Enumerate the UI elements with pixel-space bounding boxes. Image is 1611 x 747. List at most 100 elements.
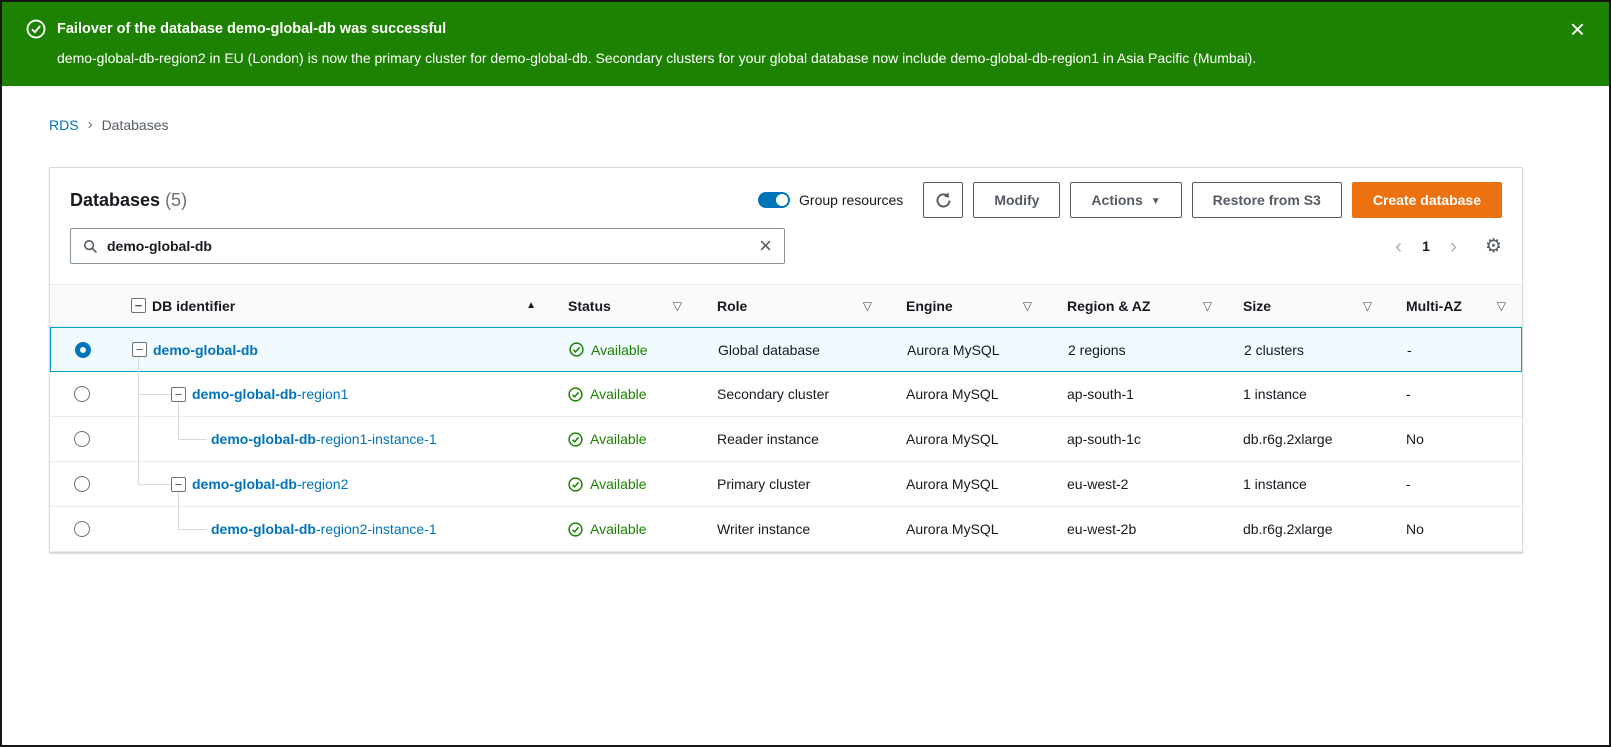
table-row[interactable]: demo-global-db-region2-instance-1 Availa… (50, 507, 1522, 552)
collapse-all-icon[interactable]: − (131, 298, 146, 313)
modify-button[interactable]: Modify (973, 182, 1060, 218)
column-header-db-identifier[interactable]: − DB identifier ▲ (113, 298, 548, 314)
group-resources-toggle[interactable]: Group resources (758, 192, 903, 208)
clear-search-icon[interactable]: × (759, 235, 772, 257)
cell-multi-az: - (1388, 476, 1522, 492)
previous-page-icon[interactable]: ‹ (1389, 236, 1408, 257)
table-row[interactable]: − demo-global-db-region2 Available Prima… (50, 462, 1522, 507)
cell-size: db.r6g.2xlarge (1228, 431, 1388, 447)
status-text: Available (590, 431, 647, 447)
toggle-switch[interactable] (758, 192, 790, 208)
cell-role: Primary cluster (698, 476, 888, 492)
collapse-row-icon[interactable]: − (171, 387, 186, 402)
status-text: Available (590, 476, 647, 492)
collapse-row-icon[interactable]: − (132, 342, 147, 357)
status-text: Available (590, 386, 647, 402)
collapse-row-icon[interactable]: − (171, 477, 186, 492)
db-identifier-link[interactable]: demo-global-db-region2 (192, 476, 348, 492)
status-text: Available (590, 521, 647, 537)
column-header-region-az[interactable]: Region & AZ ▽ (1048, 298, 1228, 314)
current-page-button[interactable]: 1 (1408, 238, 1444, 254)
cell-multi-az: No (1388, 431, 1522, 447)
table-row[interactable]: − demo-global-db-region1 Available Secon… (50, 372, 1522, 417)
cell-db-identifier: − demo-global-db-region1 (113, 386, 548, 402)
search-input[interactable] (107, 238, 750, 254)
filter-icon[interactable]: ▽ (863, 299, 872, 313)
db-identifier-link[interactable]: demo-global-db (153, 342, 258, 358)
row-radio[interactable] (74, 386, 90, 402)
db-identifier-link[interactable]: demo-global-db-region2-instance-1 (211, 521, 437, 537)
cell-db-identifier: demo-global-db-region1-instance-1 (113, 431, 548, 447)
databases-panel: Databases(5) Group resources Modify (49, 167, 1523, 553)
filter-icon[interactable]: ▽ (673, 299, 682, 313)
column-label: Size (1243, 298, 1271, 314)
filter-icon[interactable]: ▽ (1203, 299, 1212, 313)
refresh-button[interactable] (923, 182, 963, 218)
filter-icon[interactable]: ▽ (1363, 299, 1372, 313)
cell-status: Available (548, 386, 698, 402)
chevron-down-icon: ▼ (1151, 196, 1161, 207)
filter-icon[interactable]: ▽ (1497, 299, 1506, 313)
cell-size: 2 clusters (1229, 342, 1389, 358)
row-selection-cell (50, 386, 113, 402)
db-identifier-link[interactable]: demo-global-db-region1 (192, 386, 348, 402)
restore-from-s3-button[interactable]: Restore from S3 (1192, 182, 1342, 218)
actions-label: Actions (1091, 192, 1142, 208)
column-header-size[interactable]: Size ▽ (1228, 298, 1388, 314)
column-header-role[interactable]: Role ▽ (698, 298, 888, 314)
refresh-icon (935, 192, 952, 209)
actions-button[interactable]: Actions ▼ (1070, 182, 1181, 218)
settings-gear-icon[interactable]: ⚙ (1485, 235, 1502, 258)
row-selection-cell (50, 431, 113, 447)
row-radio[interactable] (75, 342, 91, 358)
next-page-icon[interactable]: › (1444, 236, 1463, 257)
create-database-button[interactable]: Create database (1352, 182, 1502, 218)
filter-row: × ‹ 1 › ⚙ (50, 218, 1522, 284)
cell-status: Available (548, 431, 698, 447)
table-row[interactable]: − demo-global-db Available Global databa… (50, 327, 1522, 372)
column-label: Multi-AZ (1406, 298, 1462, 314)
row-radio[interactable] (74, 521, 90, 537)
search-box: × (70, 228, 785, 264)
sort-ascending-icon: ▲ (526, 300, 536, 311)
db-identifier-link[interactable]: demo-global-db-region1-instance-1 (211, 431, 437, 447)
success-banner: Failover of the database demo-global-db … (2, 2, 1609, 86)
app-window: Failover of the database demo-global-db … (0, 0, 1611, 747)
panel-title-text: Databases (70, 190, 160, 210)
column-header-engine[interactable]: Engine ▽ (888, 298, 1048, 314)
row-selection-cell (50, 476, 113, 492)
cell-role: Writer instance (698, 521, 888, 537)
row-radio[interactable] (74, 431, 90, 447)
status-available-icon (568, 477, 583, 492)
status-available-icon (569, 342, 584, 357)
search-icon (83, 239, 98, 254)
cell-engine: Aurora MySQL (888, 521, 1048, 537)
cell-region-az: eu-west-2 (1048, 476, 1228, 492)
panel-count: (5) (165, 190, 187, 210)
column-header-multi-az[interactable]: Multi-AZ ▽ (1388, 298, 1522, 314)
cell-engine: Aurora MySQL (888, 386, 1048, 402)
breadcrumb-link-rds[interactable]: RDS (49, 117, 79, 133)
panel-header: Databases(5) Group resources Modify (50, 168, 1522, 218)
cell-multi-az: - (1388, 386, 1522, 402)
table-header: − DB identifier ▲ Status ▽ Role ▽ Engine… (50, 285, 1522, 327)
cell-region-az: ap-south-1 (1048, 386, 1228, 402)
banner-message: demo-global-db-region2 in EU (London) is… (26, 50, 1549, 66)
table-row[interactable]: demo-global-db-region1-instance-1 Availa… (50, 417, 1522, 462)
cell-role: Secondary cluster (698, 386, 888, 402)
column-label: Role (717, 298, 747, 314)
toggle-knob (776, 194, 788, 206)
cell-db-identifier: demo-global-db-region2-instance-1 (113, 521, 548, 537)
banner-close-icon[interactable]: × (1570, 16, 1585, 42)
table-body: − demo-global-db Available Global databa… (50, 327, 1522, 552)
filter-icon[interactable]: ▽ (1023, 299, 1032, 313)
cell-engine: Aurora MySQL (889, 342, 1049, 358)
column-header-status[interactable]: Status ▽ (548, 298, 698, 314)
row-radio[interactable] (74, 476, 90, 492)
cell-size: 1 instance (1228, 476, 1388, 492)
cell-multi-az: - (1389, 342, 1521, 358)
column-label: Status (568, 298, 611, 314)
page-title: Databases(5) (70, 190, 187, 211)
row-selection-cell (50, 521, 113, 537)
column-label: Region & AZ (1067, 298, 1150, 314)
